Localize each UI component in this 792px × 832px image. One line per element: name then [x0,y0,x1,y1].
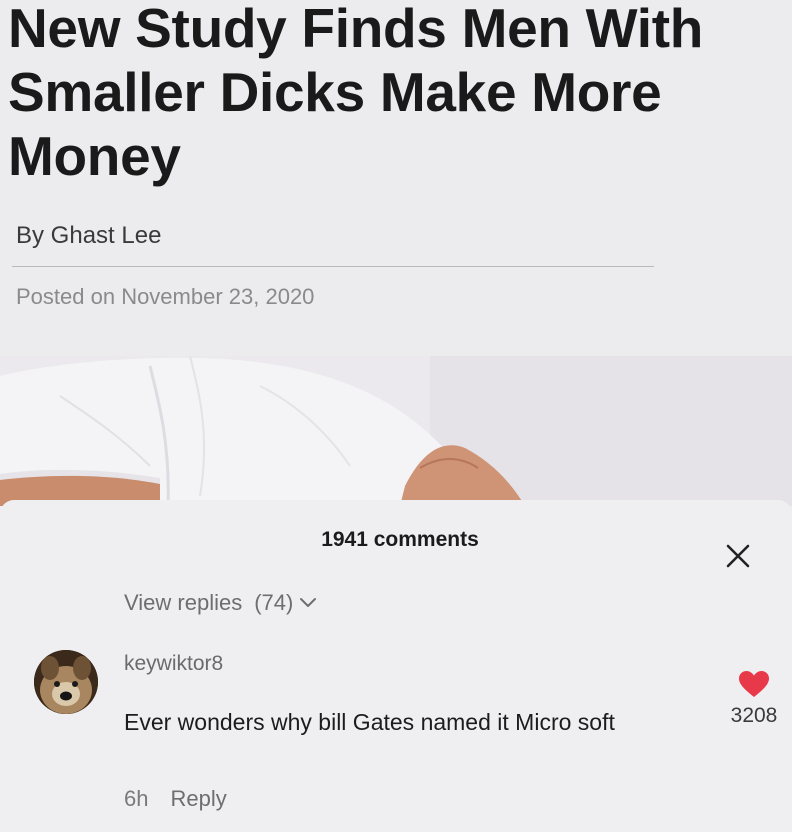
comment-item: keywiktor8 Ever wonders why bill Gates n… [0,646,792,832]
comments-count: 1941 comments [321,528,479,551]
reply-button[interactable]: Reply [170,786,226,812]
article-image [0,356,792,506]
divider [12,266,654,267]
comment-username[interactable]: keywiktor8 [124,652,223,676]
like-count: 3208 [730,704,778,727]
screenshot-page: New Study Finds Men With Smaller Dicks M… [0,0,792,832]
comment-text: Ever wonders why bill Gates named it Mic… [124,709,615,735]
close-button[interactable] [718,536,758,576]
comments-panel: 1941 comments View replies (74) keywikto… [0,500,792,832]
heart-icon [739,671,769,697]
avatar[interactable] [34,650,98,714]
chevron-down-icon [300,598,317,607]
like-button[interactable] [734,666,774,702]
article-header: New Study Finds Men With Smaller Dicks M… [0,0,792,356]
view-replies-button[interactable]: View replies (74) [124,590,317,616]
close-icon [726,544,750,568]
view-replies-count: (74) [254,590,294,615]
comment-meta: 6h Reply [124,786,227,812]
article-date: Posted on November 23, 2020 [16,284,315,309]
view-replies-label: View replies [124,590,243,615]
article-headline: New Study Finds Men With Smaller Dicks M… [8,0,704,187]
article-byline: By Ghast Lee [16,222,162,249]
comment-age: 6h [124,786,149,811]
